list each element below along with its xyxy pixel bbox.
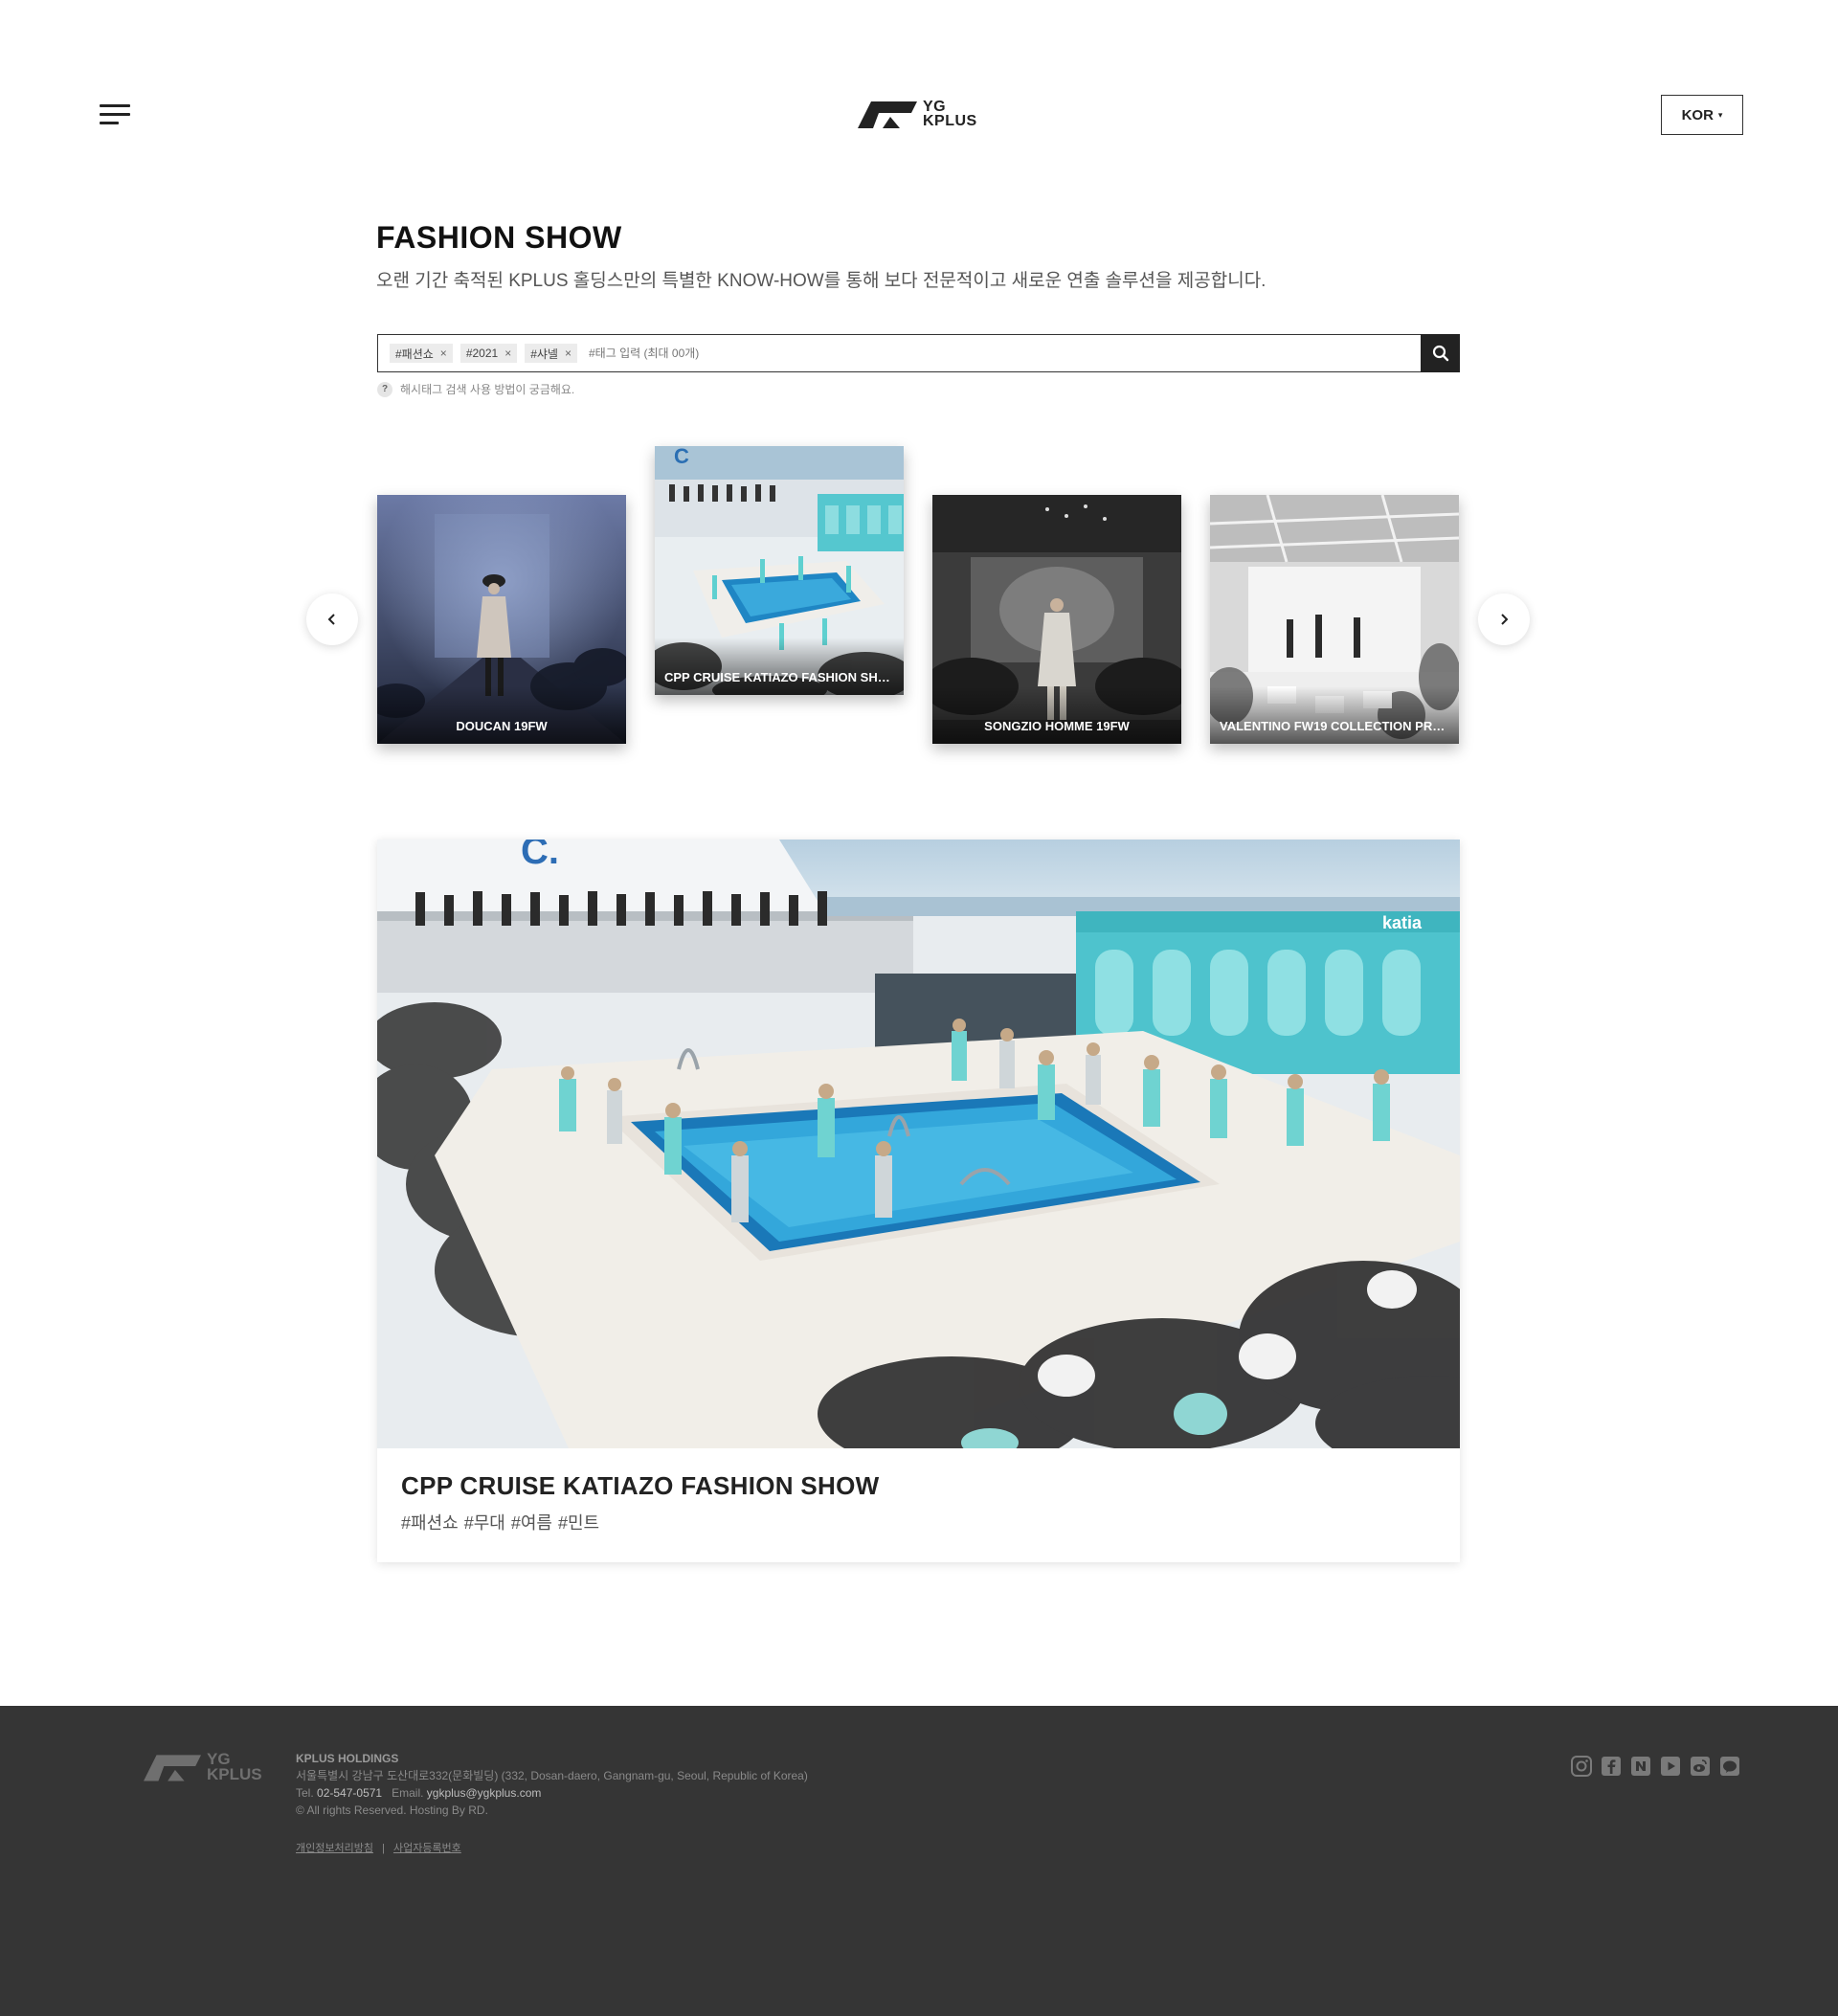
hashtag[interactable]: #민트 (558, 1510, 599, 1534)
company-name: KPLUS HOLDINGS (296, 1752, 399, 1765)
link-separator: | (382, 1843, 385, 1854)
featured-show-title: CPP CRUISE KATIAZO FASHION SHOW (401, 1471, 880, 1500)
card-caption: VALENTINO FW19 COLLECTION PRE… (1220, 719, 1449, 733)
carousel-card-valentino[interactable]: VALENTINO FW19 COLLECTION PRE… (1210, 495, 1459, 744)
logo-text-line1: YG (923, 99, 947, 115)
carousel-card-doucan[interactable]: DOUCAN 19FW (377, 495, 626, 744)
social-links (1569, 1754, 1747, 1779)
caption-shade (932, 686, 1181, 744)
hashtag-help[interactable]: ? 해시태그 검색 사용 방법이 궁금해요. (377, 381, 574, 397)
caption-shade (377, 686, 626, 744)
search-button[interactable] (1421, 333, 1460, 372)
company-address: 서울특별시 강남구 도산대로332(문화빌딩) (332, Dosan-daer… (296, 1769, 808, 1782)
fashion-show-carousel: DOUCAN 19FW C CPP CRUISE KATIAZO FASHION… (0, 440, 1838, 756)
language-label: KOR (1681, 106, 1714, 123)
hashtag[interactable]: #여름 (511, 1510, 552, 1534)
site-header: YG KPLUS KOR ▾ (0, 0, 1838, 191)
svg-text:C: C (674, 446, 689, 468)
company-info: KPLUS HOLDINGS 서울특별시 강남구 도산대로332(문화빌딩) (… (296, 1750, 808, 1819)
chevron-down-icon: ▾ (1717, 109, 1723, 120)
hashtag[interactable]: #패션쇼 (401, 1510, 459, 1534)
help-text: 해시태그 검색 사용 방법이 궁금해요. (400, 383, 575, 396)
email-value[interactable]: ygkplus@ygkplus.com (427, 1786, 542, 1800)
language-select[interactable]: KOR ▾ (1661, 95, 1743, 135)
tag-chip-label: #2021 (465, 347, 499, 360)
caption-shade (1210, 686, 1459, 744)
facebook-icon[interactable] (1599, 1754, 1624, 1779)
weibo-icon[interactable] (1688, 1754, 1713, 1779)
tag-chip: #2021 × (460, 344, 518, 363)
carousel-card-songzio[interactable]: SONGZIO HOMME 19FW (932, 495, 1181, 744)
tag-chip-label: #샤넬 (530, 347, 558, 361)
cruise-deck-fashion-show-illustration: C. katia (377, 840, 1460, 1448)
svg-text:katia: katia (1382, 913, 1423, 932)
tel-label: Tel. (296, 1786, 314, 1800)
naver-icon[interactable] (1628, 1754, 1653, 1779)
instagram-icon[interactable] (1569, 1754, 1594, 1779)
site-logo[interactable]: YG KPLUS (858, 98, 978, 130)
tel-value[interactable]: 02-547-0571 (317, 1786, 382, 1800)
card-caption: SONGZIO HOMME 19FW (984, 719, 1130, 733)
card-caption: DOUCAN 19FW (456, 719, 548, 733)
footer-logo-line2: KPLUS (207, 1765, 262, 1783)
chevron-left-icon (327, 614, 335, 625)
hashtag[interactable]: #무대 (464, 1510, 505, 1534)
carousel-next-button[interactable] (1478, 594, 1530, 645)
hashtag-search-bar: #패션쇼 × #2021 × #샤넬 × (377, 333, 1460, 372)
hashtag-input[interactable] (588, 339, 1459, 368)
contact-line: Tel. 02-547-0571 Email. ygkplus@ygkplus.… (296, 1784, 808, 1802)
tag-chip: #샤넬 × (525, 344, 577, 363)
carousel-card-cpp-cruise[interactable]: C CPP CRUISE KATIAZO FASHION SHOW (655, 446, 904, 695)
tag-chip: #패션쇼 × (390, 344, 453, 363)
help-question-icon: ? (377, 381, 392, 397)
yg-logo-mark-icon (858, 101, 917, 128)
email-label: Email. (392, 1786, 424, 1800)
page-description: 오랜 기간 축적된 KPLUS 홀딩스만의 특별한 KNOW-HOW를 통해 보… (376, 271, 1266, 291)
chevron-right-icon (1501, 614, 1509, 625)
featured-show-image: C. katia (377, 840, 1460, 1448)
kakao-icon[interactable] (1717, 1754, 1742, 1779)
remove-tag-icon[interactable]: × (565, 347, 572, 360)
yg-logo-mark-icon (144, 1755, 201, 1781)
remove-tag-icon[interactable]: × (504, 347, 511, 360)
tag-chip-label: #패션쇼 (395, 347, 434, 361)
remove-tag-icon[interactable]: × (440, 347, 447, 360)
footer-logo[interactable]: YG KPLUS (144, 1751, 262, 1783)
svg-text:C.: C. (521, 840, 559, 872)
footer-logo-text: YG KPLUS (207, 1751, 262, 1783)
site-footer: YG KPLUS KPLUS HOLDINGS 서울특별시 강남구 도산대로33… (0, 1706, 1838, 2016)
logo-text-line2: KPLUS (923, 113, 977, 129)
youtube-icon[interactable] (1658, 1754, 1683, 1779)
footer-links: 개인정보처리방침 | 사업자등록번호 (296, 1840, 461, 1855)
privacy-policy-link[interactable]: 개인정보처리방침 (296, 1843, 373, 1854)
featured-show-card[interactable]: C. katia CPP CRUISE KATIAZO FASHION SHOW… (377, 840, 1460, 1562)
hamburger-menu-icon[interactable] (100, 103, 130, 126)
featured-show-tags: #패션쇼 #무대 #여름 #민트 (401, 1510, 605, 1534)
search-icon (1432, 345, 1448, 361)
copyright: © All rights Reserved. Hosting By RD. (296, 1803, 488, 1817)
card-caption: CPP CRUISE KATIAZO FASHION SHOW (664, 670, 894, 684)
carousel-prev-button[interactable] (306, 594, 358, 645)
caption-shade (655, 638, 904, 695)
business-registration-link[interactable]: 사업자등록번호 (393, 1843, 461, 1854)
page-title: FASHION SHOW (376, 220, 622, 255)
logo-text: YG KPLUS (923, 99, 977, 129)
